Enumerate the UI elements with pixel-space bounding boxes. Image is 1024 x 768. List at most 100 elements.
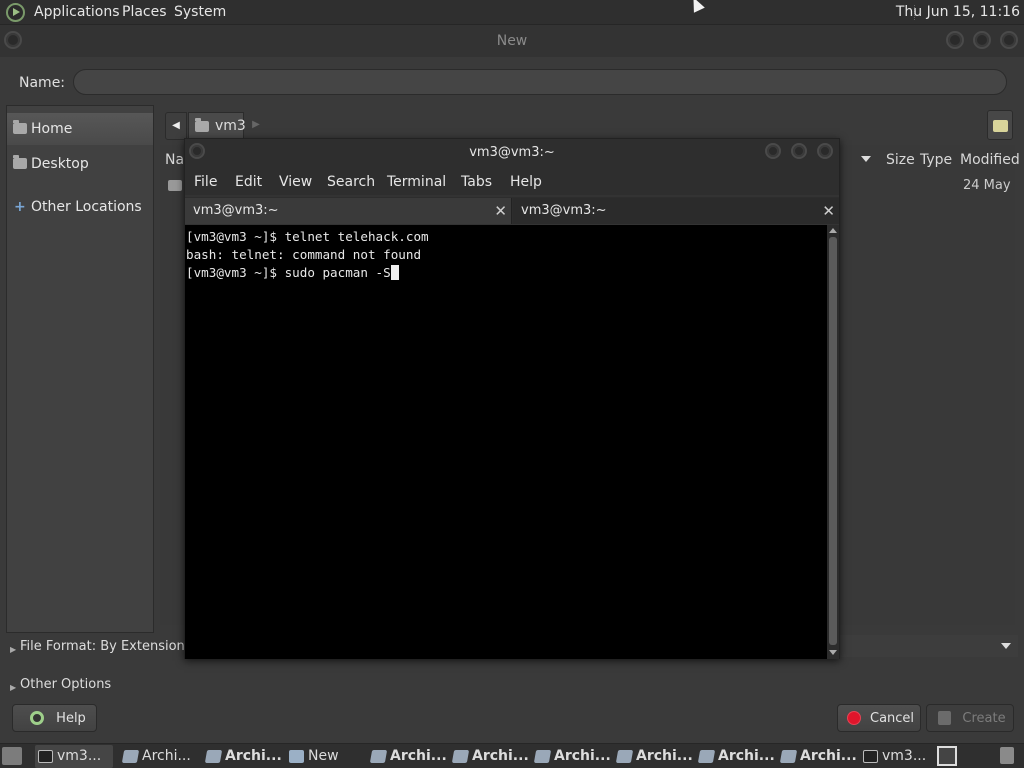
create-button-label: Create: [962, 711, 1006, 726]
help-button-label: Help: [56, 711, 86, 726]
path-forward-button[interactable]: ▶: [245, 112, 267, 140]
menu-search[interactable]: Search: [327, 174, 375, 190]
file-format-dropdown[interactable]: [840, 635, 1018, 657]
tab-terminal-2[interactable]: vm3@vm3:~ ✕: [513, 198, 839, 224]
task-archive[interactable]: Archi...: [532, 745, 611, 768]
tab-terminal-1[interactable]: vm3@vm3:~ ✕: [185, 198, 512, 224]
package-icon: [779, 750, 798, 763]
sidebar-item-other-locations[interactable]: + Other Locations: [7, 191, 153, 223]
maximize-icon[interactable]: [973, 31, 991, 49]
minimize-icon[interactable]: [946, 31, 964, 49]
menu-file[interactable]: File: [194, 174, 217, 190]
column-header-modified[interactable]: Modified: [960, 152, 1020, 168]
clock[interactable]: Thu Jun 15, 11:16: [896, 0, 1020, 25]
tab-label: vm3@vm3:~: [521, 203, 607, 218]
terminal-titlebar[interactable]: vm3@vm3:~: [185, 139, 839, 167]
scrollbar-thumb[interactable]: [829, 237, 837, 645]
folder-icon: [168, 180, 182, 191]
menu-tabs[interactable]: Tabs: [461, 174, 492, 190]
other-options-expander[interactable]: Other Options: [20, 677, 111, 692]
terminal-scrollbar[interactable]: [827, 225, 839, 659]
sidebar-item-desktop[interactable]: Desktop: [7, 148, 153, 180]
task-archive[interactable]: Archi...: [368, 745, 447, 768]
expander-arrow-icon[interactable]: ▶: [10, 683, 16, 692]
new-folder-icon: [993, 120, 1008, 132]
sort-arrow-icon[interactable]: [861, 156, 871, 162]
column-header-name[interactable]: Na: [165, 152, 184, 168]
system-menu[interactable]: System: [174, 0, 226, 25]
task-label: vm3...: [57, 748, 102, 764]
applications-menu[interactable]: Applications: [34, 0, 120, 25]
expander-arrow-icon[interactable]: ▶: [10, 645, 16, 654]
task-label: vm3...: [882, 748, 927, 764]
terminal-line: [vm3@vm3 ~]$ sudo pacman -S: [186, 264, 826, 282]
name-input[interactable]: [73, 69, 1007, 95]
file-format-expander[interactable]: File Format: By Extension: [20, 639, 185, 654]
task-terminal[interactable]: vm3...: [35, 745, 113, 768]
package-icon: [451, 750, 470, 763]
terminal-icon: [38, 750, 53, 763]
column-header-size[interactable]: Size: [886, 152, 915, 168]
path-button-vm3[interactable]: vm3: [188, 112, 246, 140]
minimize-icon[interactable]: [765, 143, 781, 159]
maximize-icon[interactable]: [791, 143, 807, 159]
package-icon: [369, 750, 388, 763]
terminal-line: bash: telnet: command not found: [186, 247, 422, 262]
home-folder-icon: [13, 120, 27, 134]
scroll-up-icon[interactable]: [829, 228, 837, 233]
dialog-title: New: [496, 33, 528, 49]
terminal-command: [vm3@vm3 ~]$ sudo pacman -S: [186, 265, 391, 280]
sidebar-item-home[interactable]: Home: [7, 113, 153, 145]
task-archive[interactable]: Archi...: [450, 745, 529, 768]
scroll-down-icon[interactable]: [829, 650, 837, 655]
path-back-button[interactable]: ◀: [165, 112, 187, 140]
places-sidebar: Home Desktop + Other Locations: [6, 105, 154, 633]
close-icon[interactable]: [1000, 31, 1018, 49]
task-archive[interactable]: Archi...: [203, 745, 282, 768]
terminal-line: [vm3@vm3 ~]$ telnet telehack.com: [186, 229, 429, 244]
task-label: Archi...: [225, 748, 282, 764]
sidebar-item-label: Other Locations: [31, 199, 142, 215]
workspace-switcher[interactable]: [937, 746, 957, 766]
close-tab-icon[interactable]: ✕: [822, 198, 835, 224]
package-icon: [204, 750, 223, 763]
terminal-menubar: File Edit View Search Terminal Tabs Help: [185, 167, 839, 195]
menu-help[interactable]: Help: [510, 174, 542, 190]
name-label: Name:: [19, 75, 66, 91]
terminal-output[interactable]: [vm3@vm3 ~]$ telnet telehack.com bash: t…: [185, 225, 827, 659]
places-menu[interactable]: Places: [122, 0, 167, 25]
trash-icon[interactable]: [1000, 747, 1014, 764]
show-desktop-icon[interactable]: [2, 747, 22, 765]
task-archive[interactable]: Archi...: [696, 745, 775, 768]
task-label: Archi...: [390, 748, 447, 764]
help-button[interactable]: Help: [12, 704, 97, 732]
column-header-type[interactable]: Type: [920, 152, 952, 168]
task-terminal[interactable]: vm3...: [860, 745, 932, 768]
distro-logo-icon[interactable]: [6, 3, 25, 22]
taskbar: vm3... Archi... Archi... New Archi... Ar…: [0, 743, 1024, 768]
dialog-titlebar[interactable]: New: [0, 25, 1024, 57]
menu-terminal[interactable]: Terminal: [387, 174, 446, 190]
document-icon: [289, 750, 304, 763]
task-label: Archi...: [718, 748, 775, 764]
plus-icon: +: [14, 199, 26, 215]
menu-view[interactable]: View: [279, 174, 312, 190]
terminal-tab-bar: vm3@vm3:~ ✕ vm3@vm3:~ ✕: [185, 197, 839, 224]
task-label: Archi...: [472, 748, 529, 764]
menu-edit[interactable]: Edit: [235, 174, 262, 190]
create-button[interactable]: Create: [926, 704, 1014, 732]
task-archive[interactable]: Archi...: [614, 745, 693, 768]
task-new[interactable]: New: [286, 745, 362, 768]
task-archive[interactable]: Archi...: [778, 745, 857, 768]
package-icon: [533, 750, 552, 763]
task-label: Archi...: [142, 748, 191, 764]
task-archive[interactable]: Archi...: [120, 745, 196, 768]
close-tab-icon[interactable]: ✕: [494, 198, 507, 224]
task-label: Archi...: [554, 748, 611, 764]
close-icon[interactable]: [817, 143, 833, 159]
desktop-folder-icon: [13, 155, 27, 169]
create-folder-button[interactable]: [987, 110, 1013, 140]
task-label: Archi...: [636, 748, 693, 764]
cancel-button[interactable]: Cancel: [837, 704, 921, 732]
file-modified-date: 24 May: [963, 178, 1011, 193]
